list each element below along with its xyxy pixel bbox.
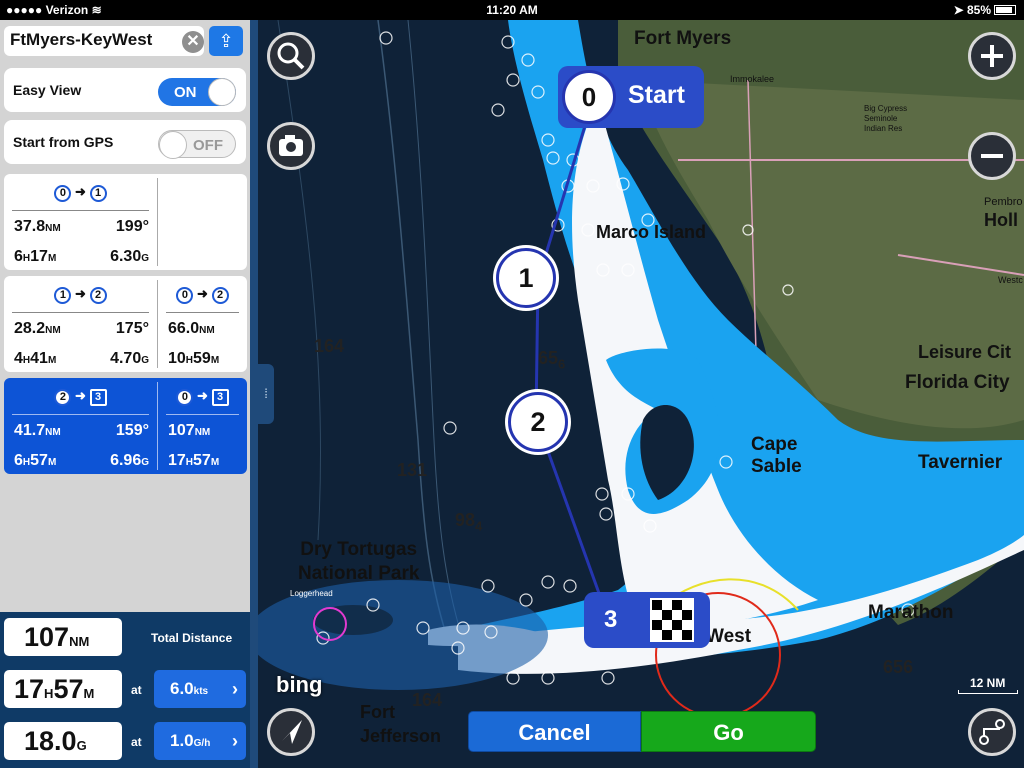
leg-summary-0-1[interactable]: 0 ➜ 1 37.8NM 199° 6H17M 6.30G <box>4 174 247 270</box>
clock: 11:20 AM <box>486 3 538 17</box>
route-sidebar: FtMyers-KeyWest ✕ ⇪ Easy View ON Start f… <box>0 20 258 768</box>
place-hollywood: Holl <box>984 210 1018 230</box>
chart-map[interactable] <box>258 20 1024 768</box>
easy-view-toggle[interactable]: ON <box>158 78 236 106</box>
scale-bar: 12 NM <box>958 676 1018 694</box>
place-marathon: Marathon <box>868 602 954 623</box>
speed-button[interactable]: 6.0kts › <box>154 670 246 708</box>
place-key-west: West <box>706 626 752 647</box>
place-immokalee: Immokalee <box>730 74 775 84</box>
at-label: at <box>131 735 142 749</box>
leg-fuel: 4.70G <box>110 350 149 367</box>
place-big-cypress: Big Cypress Seminole Indian Res <box>864 104 908 133</box>
depth-sounding: 656 <box>883 657 914 677</box>
easy-view-row: Easy View ON <box>4 68 246 112</box>
place-loggerhead: Loggerhead <box>290 589 333 598</box>
waypoint-2[interactable]: 2 <box>508 392 568 452</box>
leg-time: 6H17M <box>14 248 57 265</box>
depth-sounding: 164 <box>412 690 443 710</box>
status-bar: ●●●●● Verizon ≋ 11:20 AM ➤ 85% <box>0 0 1024 20</box>
bing-logo: bing <box>276 672 323 697</box>
totals-panel: 107NM Total Distance 17H57M at 6.0kts › 1… <box>0 612 250 768</box>
waypoint-start[interactable]: 0 Start <box>558 66 704 128</box>
leg-time: 6H57M <box>14 452 57 469</box>
depth-sounding: 984 <box>455 510 483 534</box>
chevron-right-icon: › <box>232 679 238 699</box>
cumulative-time: 10H59M <box>168 350 220 367</box>
cancel-button[interactable]: Cancel <box>468 711 641 752</box>
leg-bearing: 159° <box>115 422 149 439</box>
fuel-rate-button[interactable]: 1.0G/h › <box>154 722 246 760</box>
route-icon[interactable] <box>968 708 1016 756</box>
minus-icon[interactable] <box>968 132 1016 180</box>
place-dry-tortugas: Dry Tortugas National Park <box>298 539 420 584</box>
clear-icon[interactable]: ✕ <box>182 31 204 53</box>
plus-icon[interactable] <box>968 32 1016 80</box>
leg-bearing: 199° <box>115 218 149 235</box>
leg-distance: 37.8NM <box>14 218 61 235</box>
place-marco-island: Marco Island <box>596 222 707 242</box>
total-distance-label: Total Distance <box>151 631 233 645</box>
battery-icon <box>994 5 1016 15</box>
navigation-arrow-icon[interactable] <box>267 708 315 756</box>
total-fuel: 18.0G <box>4 722 122 760</box>
total-distance: 107NM <box>4 618 122 656</box>
cumulative-distance: 66.0NM <box>168 320 215 337</box>
place-leisure-city: Leisure Cit <box>918 342 1012 362</box>
place-florida-city: Florida City <box>905 372 1010 393</box>
place-tavernier: Tavernier <box>918 452 1003 473</box>
chevron-right-icon: › <box>232 731 238 751</box>
leg-bearing: 175° <box>115 320 149 337</box>
cumulative-time: 17H57M <box>168 452 220 469</box>
camera-icon[interactable] <box>267 122 315 170</box>
waypoint-1[interactable]: 1 <box>496 248 556 308</box>
total-time: 17H57M <box>4 670 122 708</box>
place-fort-myers: Fort Myers <box>634 28 732 49</box>
share-icon[interactable]: ⇪ <box>209 26 243 56</box>
sidebar-divider <box>250 20 258 768</box>
battery-status: ➤ 85% <box>954 3 1016 17</box>
waypoint-finish[interactable]: 3 <box>584 592 710 648</box>
sidebar-grip-handle[interactable]: ⁞ <box>258 364 274 424</box>
place-westc: Westc <box>998 275 1023 285</box>
place-cape-sable: Cape Sable <box>751 434 802 477</box>
search-icon[interactable] <box>267 32 315 80</box>
go-button[interactable]: Go <box>641 711 816 752</box>
route-name-field[interactable]: FtMyers-KeyWest ✕ <box>4 26 204 56</box>
depth-sounding: 164 <box>314 336 345 356</box>
cumulative-distance: 107NM <box>168 422 211 439</box>
leg-fuel: 6.30G <box>110 248 149 265</box>
checkered-flag-icon <box>650 598 694 642</box>
start-from-gps-toggle[interactable]: OFF <box>158 130 236 159</box>
depth-sounding: 131 <box>397 460 428 480</box>
start-from-gps-row: Start from GPS OFF <box>4 120 246 164</box>
place-pembroke: Pembro <box>984 196 1023 208</box>
leg-summary-2-3[interactable]: 2 ➜ 3 41.7NM 159° 6H57M 6.96G 0 ➜ 3 107N… <box>4 378 247 474</box>
leg-distance: 28.2NM <box>14 320 61 337</box>
depth-sounding: 656 <box>538 348 566 372</box>
leg-summary-1-2[interactable]: 1 ➜ 2 28.2NM 175° 4H41M 4.70G 0 ➜ 2 66.0… <box>4 276 247 372</box>
leg-fuel: 6.96G <box>110 452 149 469</box>
leg-time: 4H41M <box>14 350 57 367</box>
at-label: at <box>131 683 142 697</box>
leg-distance: 41.7NM <box>14 422 61 439</box>
